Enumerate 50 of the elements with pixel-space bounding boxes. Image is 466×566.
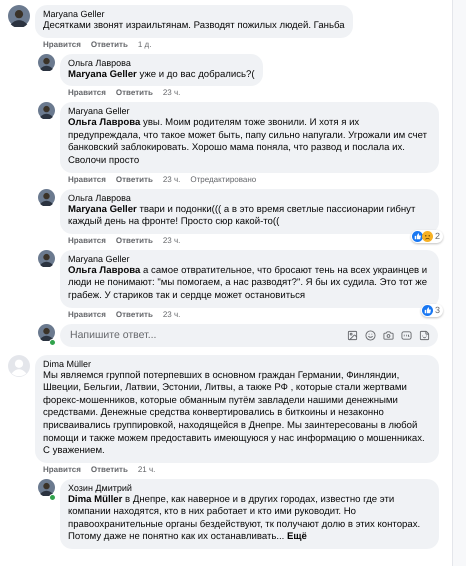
reaction-count[interactable]: 3 xyxy=(420,304,443,317)
comment-text: Ольга Лаврова а самое отвратительное, что бросают тень на всех украинцев и люди не понимают: "мы помогаем, а нас разводят?". Я бы их судила. Это тот же грабеж. У стариков так и сердце может остановиться xyxy=(68,264,428,303)
comment-text: Мы являемся группой потерпевших в основном граждан Германии, Финляндии, Швеции, Бельгии, Латвии, Эстонии, Литвы, а также РФ , которые стали жертвами форекс-мошенников, которые обманным путём завладели нашими денежными средствами. Денежные средства конвертировались в биткоины и незаконно присваивались группировкой, находящейся в Днепре. Мы заинтересованы в любой помощи и также можем предоставить имеющуюся у нас информацию о мошенниках. С уважением. xyxy=(43,370,426,458)
comment-text: Десятками звонят израильтянам. Разводят пожилых людей. Ганьба xyxy=(43,20,345,33)
like-link[interactable]: Нравится xyxy=(68,236,106,246)
sticker-icon[interactable] xyxy=(419,330,430,341)
gif-icon[interactable] xyxy=(401,330,412,341)
reply-link[interactable]: Ответить xyxy=(116,88,153,98)
like-link[interactable]: Нравится xyxy=(43,464,81,475)
author-name[interactable]: Ольга Лаврова xyxy=(68,192,431,204)
avatar[interactable] xyxy=(38,250,55,267)
timestamp[interactable]: 23 ч. xyxy=(162,88,180,98)
comment-text: Maryana Geller уже и до вас добрались?( xyxy=(68,68,255,82)
reply-field[interactable]: Напишите ответ... xyxy=(60,324,438,347)
avatar[interactable] xyxy=(38,102,55,120)
reply-link[interactable]: Ответить xyxy=(116,236,153,246)
timestamp[interactable]: 23 ч. xyxy=(162,236,180,246)
camera-icon[interactable] xyxy=(383,330,394,341)
reaction-count[interactable]: 2 xyxy=(410,230,443,243)
reply-link[interactable]: Ответить xyxy=(90,40,128,50)
comment-text: Maryana Geller твари и подонки((( а в это время светлые пассионарии гибнут каждый день на фронте! Просто сюр какой-то(( xyxy=(68,204,416,229)
like-link[interactable]: Нравится xyxy=(68,174,106,185)
reply-link[interactable]: Ответить xyxy=(90,464,128,475)
author-name[interactable]: Хозин Дмитрий xyxy=(68,482,431,494)
timestamp[interactable]: 23 ч. xyxy=(162,174,180,185)
author-name[interactable]: Ольга Лаврова xyxy=(68,58,255,69)
avatar[interactable] xyxy=(38,54,55,71)
reply-link[interactable]: Ответить xyxy=(116,174,153,185)
emoji-icon[interactable] xyxy=(365,330,376,341)
timestamp[interactable]: 23 ч. xyxy=(162,310,180,320)
author-name[interactable]: Dima Müller xyxy=(43,358,431,370)
timestamp[interactable]: 1 д. xyxy=(138,40,152,50)
timestamp[interactable]: 21 ч. xyxy=(138,464,156,475)
avatar[interactable] xyxy=(38,188,55,206)
reply-link[interactable]: Ответить xyxy=(116,310,153,320)
like-link[interactable]: Нравится xyxy=(43,40,81,50)
avatar[interactable] xyxy=(38,478,55,496)
comment-text: Ольга Лаврова увы. Моим родителям тоже звонили. И хотя я их предупреждала, что такое может быть, папу сильно напугали. Угрожали им счет банковский заблокировать. Хорошо мама поняла, что развод и послала их. Сволочи просто xyxy=(68,117,428,168)
avatar[interactable] xyxy=(38,324,55,341)
like-link[interactable]: Нравится xyxy=(68,310,106,320)
edited-label: Отредактировано xyxy=(190,174,256,185)
reply-input[interactable]: Напишите ответ... xyxy=(68,328,347,342)
comment-text: Dima Müller в Днепре, как наверное и в других городах, известно где эти компании находятся, кто в них работает и кто ими руководит. Но правоохранительные органы бездействуют, тк получают долю в этих конторах. Потому даже не понятно как их останавливать... Ещё xyxy=(68,494,422,544)
avatar[interactable] xyxy=(8,5,30,27)
image-icon[interactable] xyxy=(347,330,358,341)
author-name[interactable]: Maryana Geller xyxy=(43,9,345,20)
more-link[interactable]: Ещё xyxy=(287,531,307,542)
like-link[interactable]: Нравится xyxy=(68,88,106,98)
author-name[interactable]: Maryana Geller xyxy=(68,106,431,118)
author-name[interactable]: Maryana Geller xyxy=(68,254,431,265)
